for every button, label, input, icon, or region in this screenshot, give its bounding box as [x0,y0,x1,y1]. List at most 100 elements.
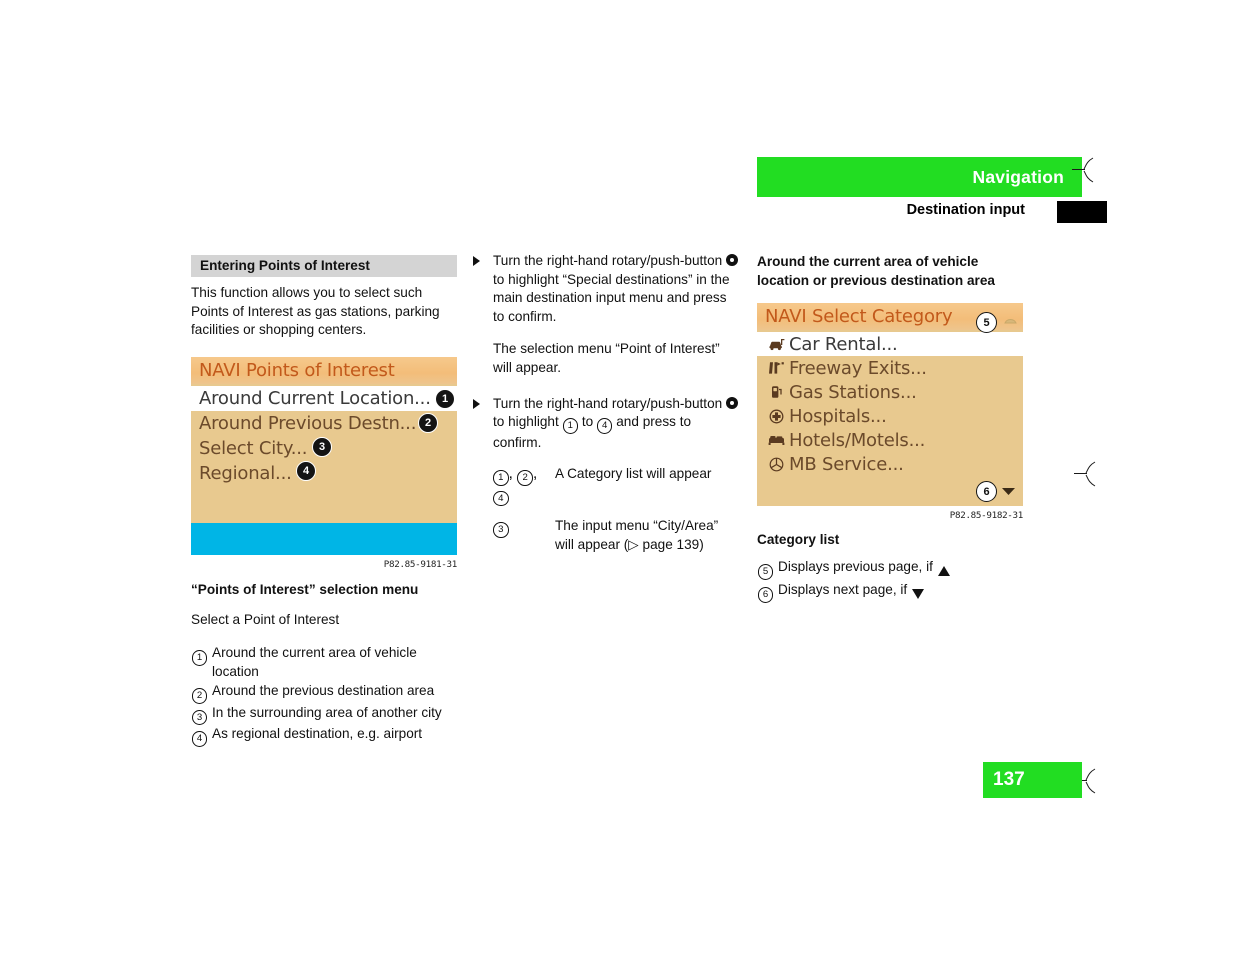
mercedes-star-icon [763,457,789,472]
freeway-exit-icon [763,361,789,375]
category-item-label: Gas Stations... [789,381,917,403]
legend-number: 4 [191,725,208,747]
page-number-badge: 137 [983,762,1082,798]
inline-marker-3: 3 [493,522,509,538]
registration-mark-middle [1074,461,1096,487]
right-column-heading: Around the current area of vehicle locat… [757,254,995,288]
step-2: Turn the right-hand rotary/push-button t… [473,395,739,453]
gas-pump-icon [763,385,789,399]
callout-marker-4: 4 [296,460,316,481]
legend-list-left: 1 Around the current area of vehicle loc… [191,629,457,747]
callout-marker-label: 6 [983,485,990,498]
figure-note: Select a Point of Interest [191,611,340,627]
rotary-push-button-icon [726,254,738,266]
rotary-push-button-icon [726,396,738,409]
step-2-text-a: Turn the right-hand rotary/push-button [493,395,723,411]
legend-number: 1 [191,644,208,666]
navi-menu-item-regional[interactable]: Regional... [191,461,457,486]
navi-points-of-interest-screen: NAVI Points of Interest Around Current L… [191,356,457,555]
callout-marker-label: 5 [983,316,990,329]
figure-caption: Category list [757,532,840,548]
category-item-label: Hospitals... [789,405,887,427]
legend-text: As regional destination, e.g. airport [212,726,423,742]
step-2-result-a-text: A Category list will appear [555,466,712,482]
step-1-result: The selection menu “Point of Interest” w… [493,341,720,375]
figure-id: P82.85-9181-31 [383,558,458,570]
section-title: Destination input [906,202,1025,218]
category-item-hospitals[interactable]: Hospitals... [757,404,1023,428]
step-2-result-b-text: The input menu “City/Area” will appear (… [555,518,719,552]
step-2-text-b: to highlight [493,414,559,430]
navi-menu-item-around-current-location[interactable]: Around Current Location... [191,385,457,411]
inline-marker-4: 4 [493,490,509,507]
registration-mark-top [1072,157,1094,183]
legend-item: 1 Around the current area of vehicle loc… [191,644,457,682]
step-2-result-a-markers: 1, 2, 4 [493,465,555,507]
crop-arc-icon [1083,157,1094,183]
category-item-label: Freeway Exits... [789,357,927,379]
inline-marker-1: 1 [493,470,509,486]
crop-arc-icon [1085,768,1096,794]
category-item-label: Car Rental... [789,333,898,355]
legend-number: 6 [757,581,774,603]
legend-text: In the surrounding area of another city [212,704,442,720]
legend-number: 2 [191,682,208,704]
legend-item: 6 Displays next page, if [757,581,1023,605]
step-2-result-b: 3 The input menu “City/Area” will appear… [493,517,739,554]
thumb-tab-marker [1057,201,1107,223]
navi-screen-header-label: NAVI Points of Interest [199,359,395,381]
hotel-bed-icon [763,434,789,446]
navi-screen-header-label: NAVI Select Category [765,306,953,328]
inline-marker-4: 4 [596,418,613,434]
callout-marker-6: 6 [976,481,997,503]
scroll-up-indicator-icon[interactable] [1004,311,1017,329]
legend-item: 3 In the surrounding area of another cit… [191,704,457,726]
callout-marker-label: 4 [302,464,310,477]
navi-menu-item-label: Around Current Location... [199,387,431,409]
crop-arc-icon [1085,461,1096,487]
step-2-text: Turn the right-hand rotary/push-button t… [493,395,739,453]
column-left: Entering Points of Interest This functio… [191,255,457,747]
navi-status-bar [191,522,457,555]
category-item-car-rental[interactable]: Car Rental... [757,332,1023,357]
category-item-mb-service[interactable]: MB Service... [757,452,1023,476]
chapter-title: Navigation [972,166,1064,187]
step-2-text-c: to [581,414,594,430]
category-item-label: MB Service... [789,453,904,475]
running-head: Navigation Destination input [757,157,1107,224]
legend-item: 5 Displays previous page, if [757,558,1023,581]
callout-marker-2: 2 [418,412,438,433]
column-right: Around the current area of vehicle locat… [757,253,1023,605]
page-number: 137 [993,769,1025,790]
step-1-text-a: Turn the right-hand rotary/push-button [493,253,723,268]
column-middle: Turn the right-hand rotary/push-button t… [473,252,739,555]
bullet-triangle-icon [473,252,493,326]
legend-text: Around the previous destination area [212,682,435,698]
legend-text: Around the current area of vehicle locat… [212,645,417,680]
callout-marker-label: 2 [424,416,432,429]
category-item-hotels-motels[interactable]: Hotels/Motels... [757,428,1023,452]
section-heading: Entering Points of Interest [191,255,457,277]
navi-menu-item-label: Select City... [199,437,308,459]
intro-paragraph: This function allows you to select such … [191,285,440,338]
legend-text: Displays previous page, if [778,559,933,575]
inline-marker-1: 1 [562,418,579,434]
hospital-icon [763,409,789,424]
legend-number: 3 [191,704,208,726]
step-1-text-b: to highlight “Special destinations” in t… [493,271,730,324]
callout-marker-3: 3 [312,436,332,457]
legend-list-right: 5 Displays previous page, if 6 Displays … [757,547,1023,605]
step-1: Turn the right-hand rotary/push-button t… [473,252,739,326]
category-item-label: Hotels/Motels... [789,429,926,451]
inline-marker-2: 2 [517,470,533,486]
arrow-down-icon [912,581,925,605]
navi-menu-item-label: Around Previous Destn... [199,412,417,434]
step-2-result-b-marker: 3 [493,517,555,554]
scroll-down-indicator-icon[interactable] [1001,483,1016,501]
step-1-text: Turn the right-hand rotary/push-button t… [493,252,739,326]
category-item-gas-stations[interactable]: Gas Stations... [757,380,1023,404]
legend-text: Displays next page, if [778,581,908,597]
category-item-freeway-exits[interactable]: Freeway Exits... [757,356,1023,380]
legend-item: 4 As regional destination, e.g. airport [191,725,457,747]
step-2-result-a: 1, 2, 4 A Category list will appear [493,465,739,507]
